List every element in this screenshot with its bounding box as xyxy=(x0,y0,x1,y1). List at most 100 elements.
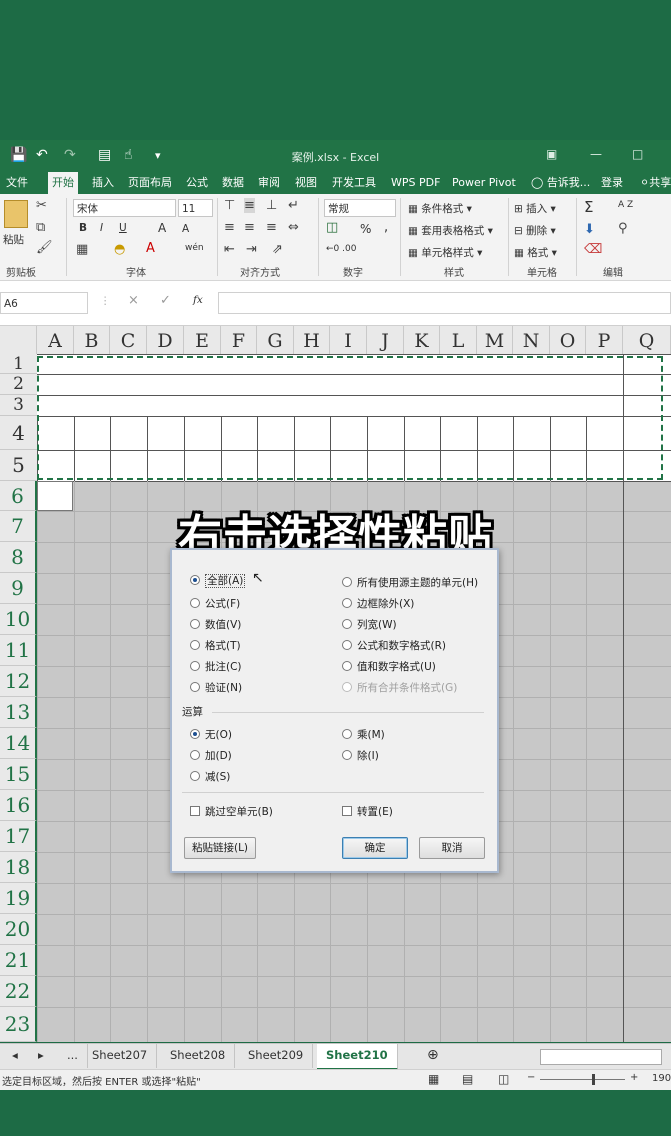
option-column-widths[interactable]: 列宽(W) xyxy=(342,617,397,632)
column-header-m[interactable]: M xyxy=(477,326,513,354)
bold-button[interactable]: B xyxy=(79,222,87,234)
autosum-button[interactable]: Σ xyxy=(584,198,593,216)
cancel-entry-icon[interactable]: × xyxy=(128,293,139,308)
paste-button-label[interactable]: 粘贴 xyxy=(3,232,24,247)
grow-font-button[interactable]: A xyxy=(158,221,166,235)
option-source-theme[interactable]: 所有使用源主题的单元(H) xyxy=(342,575,478,590)
page-break-view-icon[interactable]: ◫ xyxy=(498,1072,509,1086)
sheet-tab-208[interactable]: Sheet208 xyxy=(161,1044,236,1068)
font-size-select[interactable]: 11 xyxy=(178,199,213,217)
increase-indent-icon[interactable]: ⇥ xyxy=(246,242,257,257)
option-comments[interactable]: 批注(C) xyxy=(190,659,242,674)
sign-in-link[interactable]: 登录 xyxy=(597,172,627,194)
zoom-slider[interactable] xyxy=(540,1079,625,1080)
horizontal-scrollbar[interactable] xyxy=(540,1049,662,1065)
paste-link-button[interactable]: 粘贴链接(L) xyxy=(184,837,256,859)
row-header-5[interactable]: 5 xyxy=(0,450,37,481)
formula-input[interactable] xyxy=(218,292,671,314)
zoom-level[interactable]: 190 xyxy=(652,1073,671,1084)
column-header-k[interactable]: K xyxy=(404,326,440,354)
tell-me-search[interactable]: ◯ 告诉我... xyxy=(527,172,594,194)
row-header-3[interactable]: 3 xyxy=(0,395,37,416)
fill-icon[interactable]: ⬇ xyxy=(584,222,595,237)
row-header-15[interactable]: 15 xyxy=(0,759,37,790)
normal-view-icon[interactable]: ▦ xyxy=(428,1072,439,1086)
operation-none[interactable]: 无(O) xyxy=(190,727,232,742)
operation-subtract[interactable]: 减(S) xyxy=(190,769,230,784)
column-header-n[interactable]: N xyxy=(513,326,550,354)
column-header-e[interactable]: E xyxy=(184,326,221,354)
confirm-entry-icon[interactable]: ✓ xyxy=(160,293,171,308)
tab-data[interactable]: 数据 xyxy=(218,172,248,194)
row-header-18[interactable]: 18 xyxy=(0,852,37,883)
row-header-16[interactable]: 16 xyxy=(0,790,37,821)
align-top-icon[interactable]: ⊤ xyxy=(224,198,235,213)
column-header-l[interactable]: L xyxy=(440,326,477,354)
row-header-4[interactable]: 4 xyxy=(0,416,37,450)
find-select-icon[interactable]: ⚲ xyxy=(618,221,628,236)
align-right-icon[interactable]: ≡ xyxy=(266,220,277,235)
cancel-button[interactable]: 取消 xyxy=(419,837,485,859)
copy-icon[interactable]: ⧉ xyxy=(36,220,45,235)
orientation-icon[interactable]: ⇗ xyxy=(272,242,283,257)
align-left-icon[interactable]: ≡ xyxy=(224,220,235,235)
name-box[interactable]: A6 xyxy=(0,292,88,314)
tab-wps-pdf[interactable]: WPS PDF xyxy=(387,172,444,194)
column-header-p[interactable]: P xyxy=(586,326,623,354)
sheet-prev-button[interactable]: ◂ xyxy=(8,1044,22,1068)
option-except-borders[interactable]: 边框除外(X) xyxy=(342,596,414,611)
row-header-13[interactable]: 13 xyxy=(0,697,37,728)
paste-icon[interactable] xyxy=(4,200,28,228)
cut-icon[interactable]: ✂ xyxy=(36,198,47,213)
sheet-tab-210[interactable]: Sheet210 xyxy=(317,1044,398,1070)
clear-icon[interactable]: ⌫ xyxy=(584,242,602,257)
row-header-20[interactable]: 20 xyxy=(0,914,37,945)
option-formulas[interactable]: 公式(F) xyxy=(190,596,240,611)
operation-divide[interactable]: 除(I) xyxy=(342,748,379,763)
row-header-11[interactable]: 11 xyxy=(0,635,37,666)
row-header-17[interactable]: 17 xyxy=(0,821,37,852)
option-formulas-number-formats[interactable]: 公式和数字格式(R) xyxy=(342,638,446,653)
minimize-icon[interactable]: — xyxy=(590,147,602,161)
align-middle-icon[interactable]: ≡ xyxy=(244,198,255,213)
operation-multiply[interactable]: 乘(M) xyxy=(342,727,385,742)
underline-button[interactable]: U xyxy=(119,222,127,234)
accounting-format-icon[interactable]: ◫ xyxy=(326,220,338,235)
column-header-h[interactable]: H xyxy=(294,326,330,354)
insert-function-icon[interactable]: fx xyxy=(193,294,203,306)
column-header-a[interactable]: A xyxy=(37,326,74,354)
sort-filter-button[interactable]: A Z xyxy=(618,200,633,210)
row-header-1[interactable]: 1 xyxy=(0,354,37,374)
option-formats[interactable]: 格式(T) xyxy=(190,638,241,653)
tab-insert[interactable]: 插入 xyxy=(88,172,118,194)
merge-center-icon[interactable]: ⇔ xyxy=(288,220,299,235)
tab-formulas[interactable]: 公式 xyxy=(182,172,212,194)
italic-button[interactable]: I xyxy=(100,222,103,234)
number-format-select[interactable]: 常规 xyxy=(324,199,396,217)
tab-file[interactable]: 文件 xyxy=(2,172,32,194)
tab-page-layout[interactable]: 页面布局 xyxy=(124,172,176,194)
delete-cells-button[interactable]: ⊟ 删除 ▾ xyxy=(514,223,556,238)
percent-button[interactable]: % xyxy=(360,222,371,236)
page-layout-view-icon[interactable]: ▤ xyxy=(462,1072,473,1086)
row-header-23[interactable]: 23 xyxy=(0,1007,37,1042)
borders-icon[interactable]: ▦ xyxy=(76,242,88,257)
select-all-corner[interactable] xyxy=(0,326,37,354)
ok-button[interactable]: 确定 xyxy=(342,837,408,859)
zoom-in-icon[interactable]: + xyxy=(630,1072,638,1083)
tab-review[interactable]: 审阅 xyxy=(254,172,284,194)
row-header-19[interactable]: 19 xyxy=(0,883,37,914)
maximize-icon[interactable]: □ xyxy=(632,147,643,161)
format-as-table-button[interactable]: ▦ 套用表格格式 ▾ xyxy=(408,223,493,238)
column-header-f[interactable]: F xyxy=(221,326,257,354)
tab-view[interactable]: 视图 xyxy=(291,172,321,194)
skip-blanks-checkbox[interactable]: 跳过空单元(B) xyxy=(190,804,273,819)
zoom-out-icon[interactable]: − xyxy=(527,1072,535,1083)
column-header-g[interactable]: G xyxy=(257,326,294,354)
zoom-slider-thumb[interactable] xyxy=(592,1074,595,1085)
font-color-icon[interactable]: A xyxy=(146,241,155,256)
ribbon-display-options-icon[interactable]: ▣ xyxy=(546,147,557,161)
share-button[interactable]: ⚪共享 xyxy=(636,172,671,194)
tab-power-pivot[interactable]: Power Pivot xyxy=(448,172,520,194)
row-header-10[interactable]: 10 xyxy=(0,604,37,635)
